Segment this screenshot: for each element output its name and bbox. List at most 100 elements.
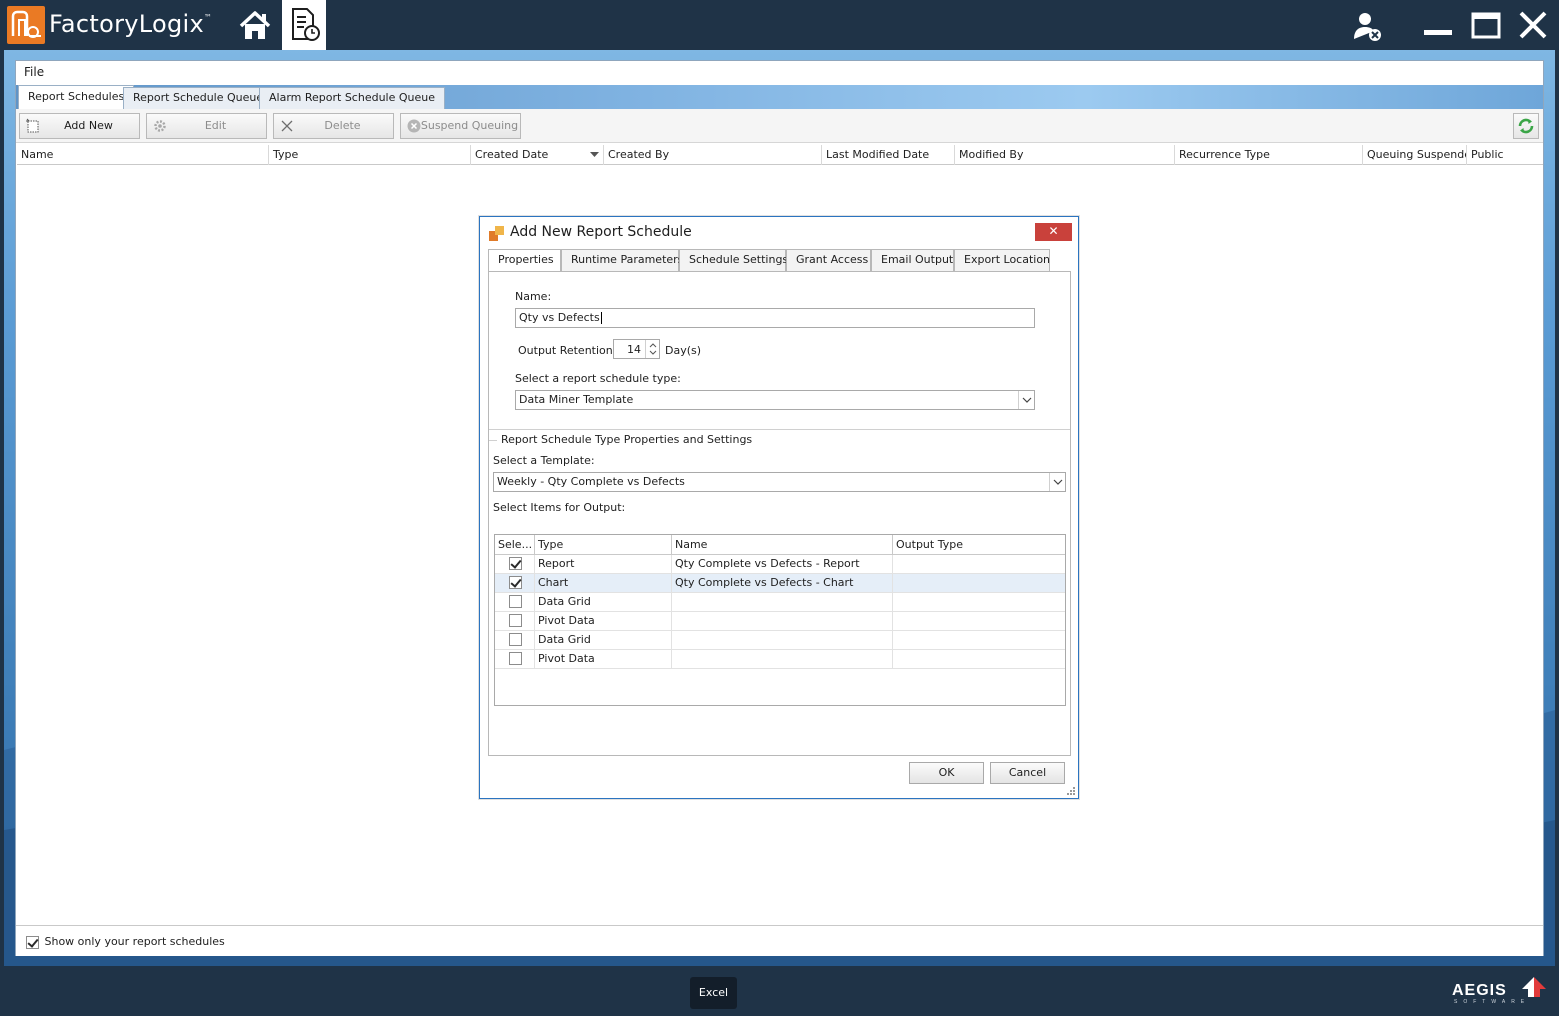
schedules-grid-header: Name Type Created Date Created By Last M… <box>17 145 1543 165</box>
template-label: Select a Template: <box>493 454 595 467</box>
item-row[interactable]: Report Qty Complete vs Defects - Report <box>495 555 1065 574</box>
properties-panel: Name: Qty vs Defects Output Retention: 1… <box>488 271 1071 756</box>
spinner-arrows-icon[interactable] <box>645 340 659 358</box>
tab-export-location[interactable]: Export Location <box>954 249 1050 271</box>
tab-report-schedules[interactable]: Report Schedules <box>18 85 135 109</box>
tab-schedule-settings[interactable]: Schedule Settings <box>679 249 788 271</box>
item-row[interactable]: Pivot Data <box>495 650 1065 669</box>
item-row[interactable]: Chart Qty Complete vs Defects - Chart <box>495 574 1065 593</box>
maximize-icon <box>1471 12 1501 39</box>
user-logout-icon <box>1354 13 1381 41</box>
row-checkbox[interactable] <box>509 614 522 627</box>
type-cell: Chart <box>535 574 672 593</box>
close-icon: ✕ <box>1048 224 1059 238</box>
edit-button[interactable]: Edit <box>146 113 267 139</box>
output-type-cell[interactable] <box>893 650 1065 669</box>
name-cell <box>672 593 893 612</box>
aegis-brand-subtext: SOFTWARE <box>1454 999 1531 1005</box>
row-checkbox[interactable] <box>509 652 522 665</box>
tab-runtime-parameters[interactable]: Runtime Parameters <box>561 249 683 271</box>
report-schedule-button[interactable] <box>282 0 326 50</box>
item-row[interactable]: Data Grid <box>495 631 1065 650</box>
tab-alarm-report-schedule-queue[interactable]: Alarm Report Schedule Queue <box>259 87 446 109</box>
template-select[interactable]: Weekly - Qty Complete vs Defects <box>493 472 1066 492</box>
ok-button[interactable]: OK <box>909 762 984 784</box>
column-type[interactable]: Type <box>535 535 672 555</box>
output-type-cell[interactable] <box>893 593 1065 612</box>
column-created-by[interactable]: Created By <box>604 145 822 165</box>
close-button[interactable] <box>1514 8 1552 44</box>
schedule-type-select[interactable]: Data Miner Template <box>515 390 1035 410</box>
type-cell: Data Grid <box>535 593 672 612</box>
column-output-type[interactable]: Output Type <box>893 535 1065 555</box>
tab-report-schedule-queue[interactable]: Report Schedule Queue <box>123 87 274 109</box>
dialog-close-button[interactable]: ✕ <box>1035 223 1072 241</box>
chevron-down-icon[interactable] <box>1049 473 1065 491</box>
refresh-button[interactable] <box>1513 113 1539 139</box>
column-recurrence-type[interactable]: Recurrence Type <box>1175 145 1363 165</box>
minimize-button[interactable] <box>1420 10 1456 42</box>
tab-grant-access[interactable]: Grant Access <box>786 249 871 271</box>
column-public[interactable]: Public <box>1467 145 1543 165</box>
excel-taskbar-button[interactable]: Excel <box>690 977 737 1009</box>
group-caption: Report Schedule Type Properties and Sett… <box>499 433 755 446</box>
select-cell <box>495 650 535 669</box>
delete-label: Delete <box>324 119 361 132</box>
user-logout-button[interactable] <box>1349 8 1385 44</box>
output-retention-stepper[interactable]: 14 <box>613 339 660 359</box>
row-checkbox[interactable] <box>509 595 522 608</box>
trademark-mark: ™ <box>204 13 213 22</box>
tab-email-output[interactable]: Email Output <box>871 249 954 271</box>
item-row[interactable]: Pivot Data <box>495 612 1065 631</box>
item-row[interactable]: Data Grid <box>495 593 1065 612</box>
select-cell <box>495 593 535 612</box>
show-only-mine-label: Show only your report schedules <box>44 935 225 948</box>
column-modified-by[interactable]: Modified By <box>955 145 1175 165</box>
name-cell: Qty Complete vs Defects - Chart <box>672 574 893 593</box>
home-button[interactable] <box>234 6 276 46</box>
type-cell: Pivot Data <box>535 612 672 631</box>
items-for-output-label: Select Items for Output: <box>493 501 626 514</box>
tab-properties[interactable]: Properties <box>488 249 561 272</box>
column-last-modified-date[interactable]: Last Modified Date <box>822 145 955 165</box>
row-checkbox[interactable] <box>509 576 522 589</box>
row-checkbox[interactable] <box>509 633 522 646</box>
output-retention-value: 14 <box>627 343 641 356</box>
select-cell <box>495 612 535 631</box>
name-cell <box>672 631 893 650</box>
output-retention-label: Output Retention: <box>518 344 617 357</box>
add-new-report-schedule-dialog: Add New Report Schedule ✕ Properties Run… <box>479 216 1079 799</box>
column-created-date[interactable]: Created Date <box>471 145 604 165</box>
select-cell <box>495 555 535 574</box>
row-checkbox[interactable] <box>509 557 522 570</box>
output-type-cell[interactable] <box>893 631 1065 650</box>
delete-button[interactable]: Delete <box>273 113 394 139</box>
aegis-arrow-icon <box>1522 977 1546 997</box>
suspend-queuing-button[interactable]: Suspend Queuing <box>400 113 521 139</box>
output-type-cell[interactable] <box>893 574 1065 593</box>
cancel-button[interactable]: Cancel <box>990 762 1065 784</box>
column-queuing-suspended[interactable]: Queuing Suspended <box>1363 145 1467 165</box>
output-type-cell[interactable] <box>893 555 1065 574</box>
maximize-button[interactable] <box>1468 8 1504 44</box>
show-only-mine-checkbox[interactable]: Show only your report schedules <box>26 935 225 949</box>
add-new-button[interactable]: Add New <box>19 113 140 139</box>
sort-descending-icon <box>590 152 599 157</box>
refresh-icon <box>1518 118 1534 134</box>
add-new-label: Add New <box>64 119 113 132</box>
retention-unit-label: Day(s) <box>665 344 702 357</box>
column-name[interactable]: Name <box>17 145 269 165</box>
home-icon <box>239 11 271 39</box>
aegis-logo: AEGIS SOFTWARE <box>1452 975 1552 1007</box>
name-input[interactable]: Qty vs Defects <box>515 308 1035 328</box>
menu-file[interactable]: File <box>24 65 44 79</box>
column-select[interactable]: Sele... <box>495 535 535 555</box>
output-type-cell[interactable] <box>893 612 1065 631</box>
items-grid-header: Sele... Type Name Output Type <box>495 535 1065 555</box>
resize-grip-icon[interactable] <box>1067 787 1075 795</box>
column-type[interactable]: Type <box>269 145 471 165</box>
checkbox-checked[interactable] <box>26 935 39 949</box>
column-name[interactable]: Name <box>672 535 893 555</box>
main-tab-strip: Report Schedules Report Schedule Queue A… <box>16 85 1543 109</box>
chevron-down-icon[interactable] <box>1018 391 1034 409</box>
